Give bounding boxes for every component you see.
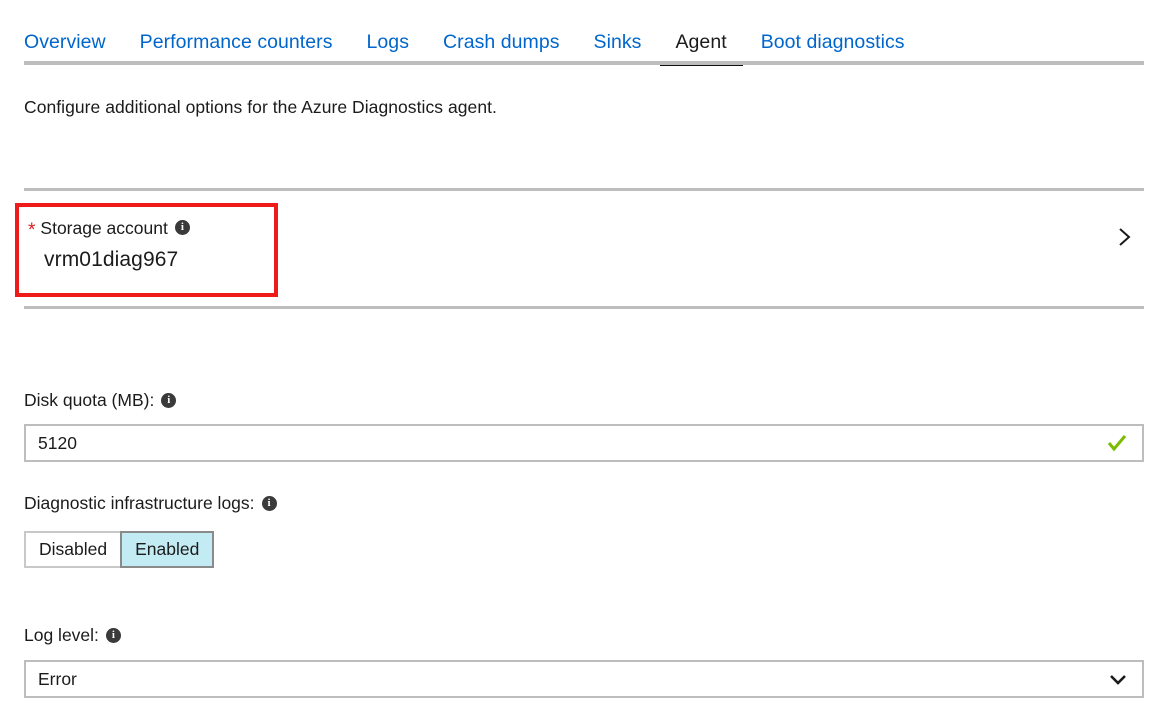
log-level-label: Log level: i	[24, 625, 121, 646]
log-level-select[interactable]: Error	[24, 660, 1144, 698]
tab-list: Overview Performance counters Logs Crash…	[24, 16, 905, 66]
required-asterisk: *	[28, 221, 35, 240]
info-icon[interactable]: i	[106, 628, 121, 643]
chevron-right-icon[interactable]	[1113, 226, 1135, 248]
tab-label: Sinks	[594, 31, 642, 53]
diagnostic-infrastructure-logs-toggle[interactable]: Disabled Enabled	[24, 531, 214, 568]
toggle-option-disabled[interactable]: Disabled	[24, 531, 122, 568]
storage-account-row[interactable]: * Storage account i vrm01diag967	[0, 192, 1164, 304]
tab-label: Crash dumps	[443, 31, 560, 53]
info-icon[interactable]: i	[175, 220, 190, 235]
disk-quota-label-text: Disk quota (MB):	[24, 390, 154, 410]
chevron-down-icon[interactable]	[1108, 669, 1128, 689]
log-level-value: Error	[38, 669, 1108, 690]
diagnostic-infrastructure-logs-label-text: Diagnostic infrastructure logs:	[24, 493, 255, 513]
tab-label: Agent	[675, 31, 726, 53]
storage-row-top-divider	[24, 188, 1144, 191]
tab-label: Boot diagnostics	[761, 31, 905, 53]
storage-account-label: * Storage account i	[28, 218, 190, 239]
tab-bar-divider	[24, 61, 1144, 65]
tab-bar: Overview Performance counters Logs Crash…	[0, 0, 1164, 66]
validation-check-icon	[1106, 432, 1128, 454]
info-icon[interactable]: i	[161, 393, 176, 408]
disk-quota-value[interactable]: 5120	[38, 433, 1106, 454]
disk-quota-label: Disk quota (MB): i	[24, 390, 176, 411]
info-icon[interactable]: i	[262, 496, 277, 511]
tab-label: Overview	[24, 31, 106, 53]
diagnostic-infrastructure-logs-label: Diagnostic infrastructure logs: i	[24, 493, 277, 514]
tab-label: Logs	[367, 31, 410, 53]
log-level-label-text: Log level:	[24, 625, 99, 645]
disk-quota-input[interactable]: 5120	[24, 424, 1144, 462]
storage-account-value: vrm01diag967	[44, 248, 178, 272]
toggle-option-enabled[interactable]: Enabled	[120, 531, 214, 568]
storage-account-label-text: Storage account	[40, 218, 167, 239]
storage-row-bottom-divider	[24, 306, 1144, 309]
page-description: Configure additional options for the Azu…	[24, 97, 497, 118]
tab-label: Performance counters	[140, 31, 333, 53]
